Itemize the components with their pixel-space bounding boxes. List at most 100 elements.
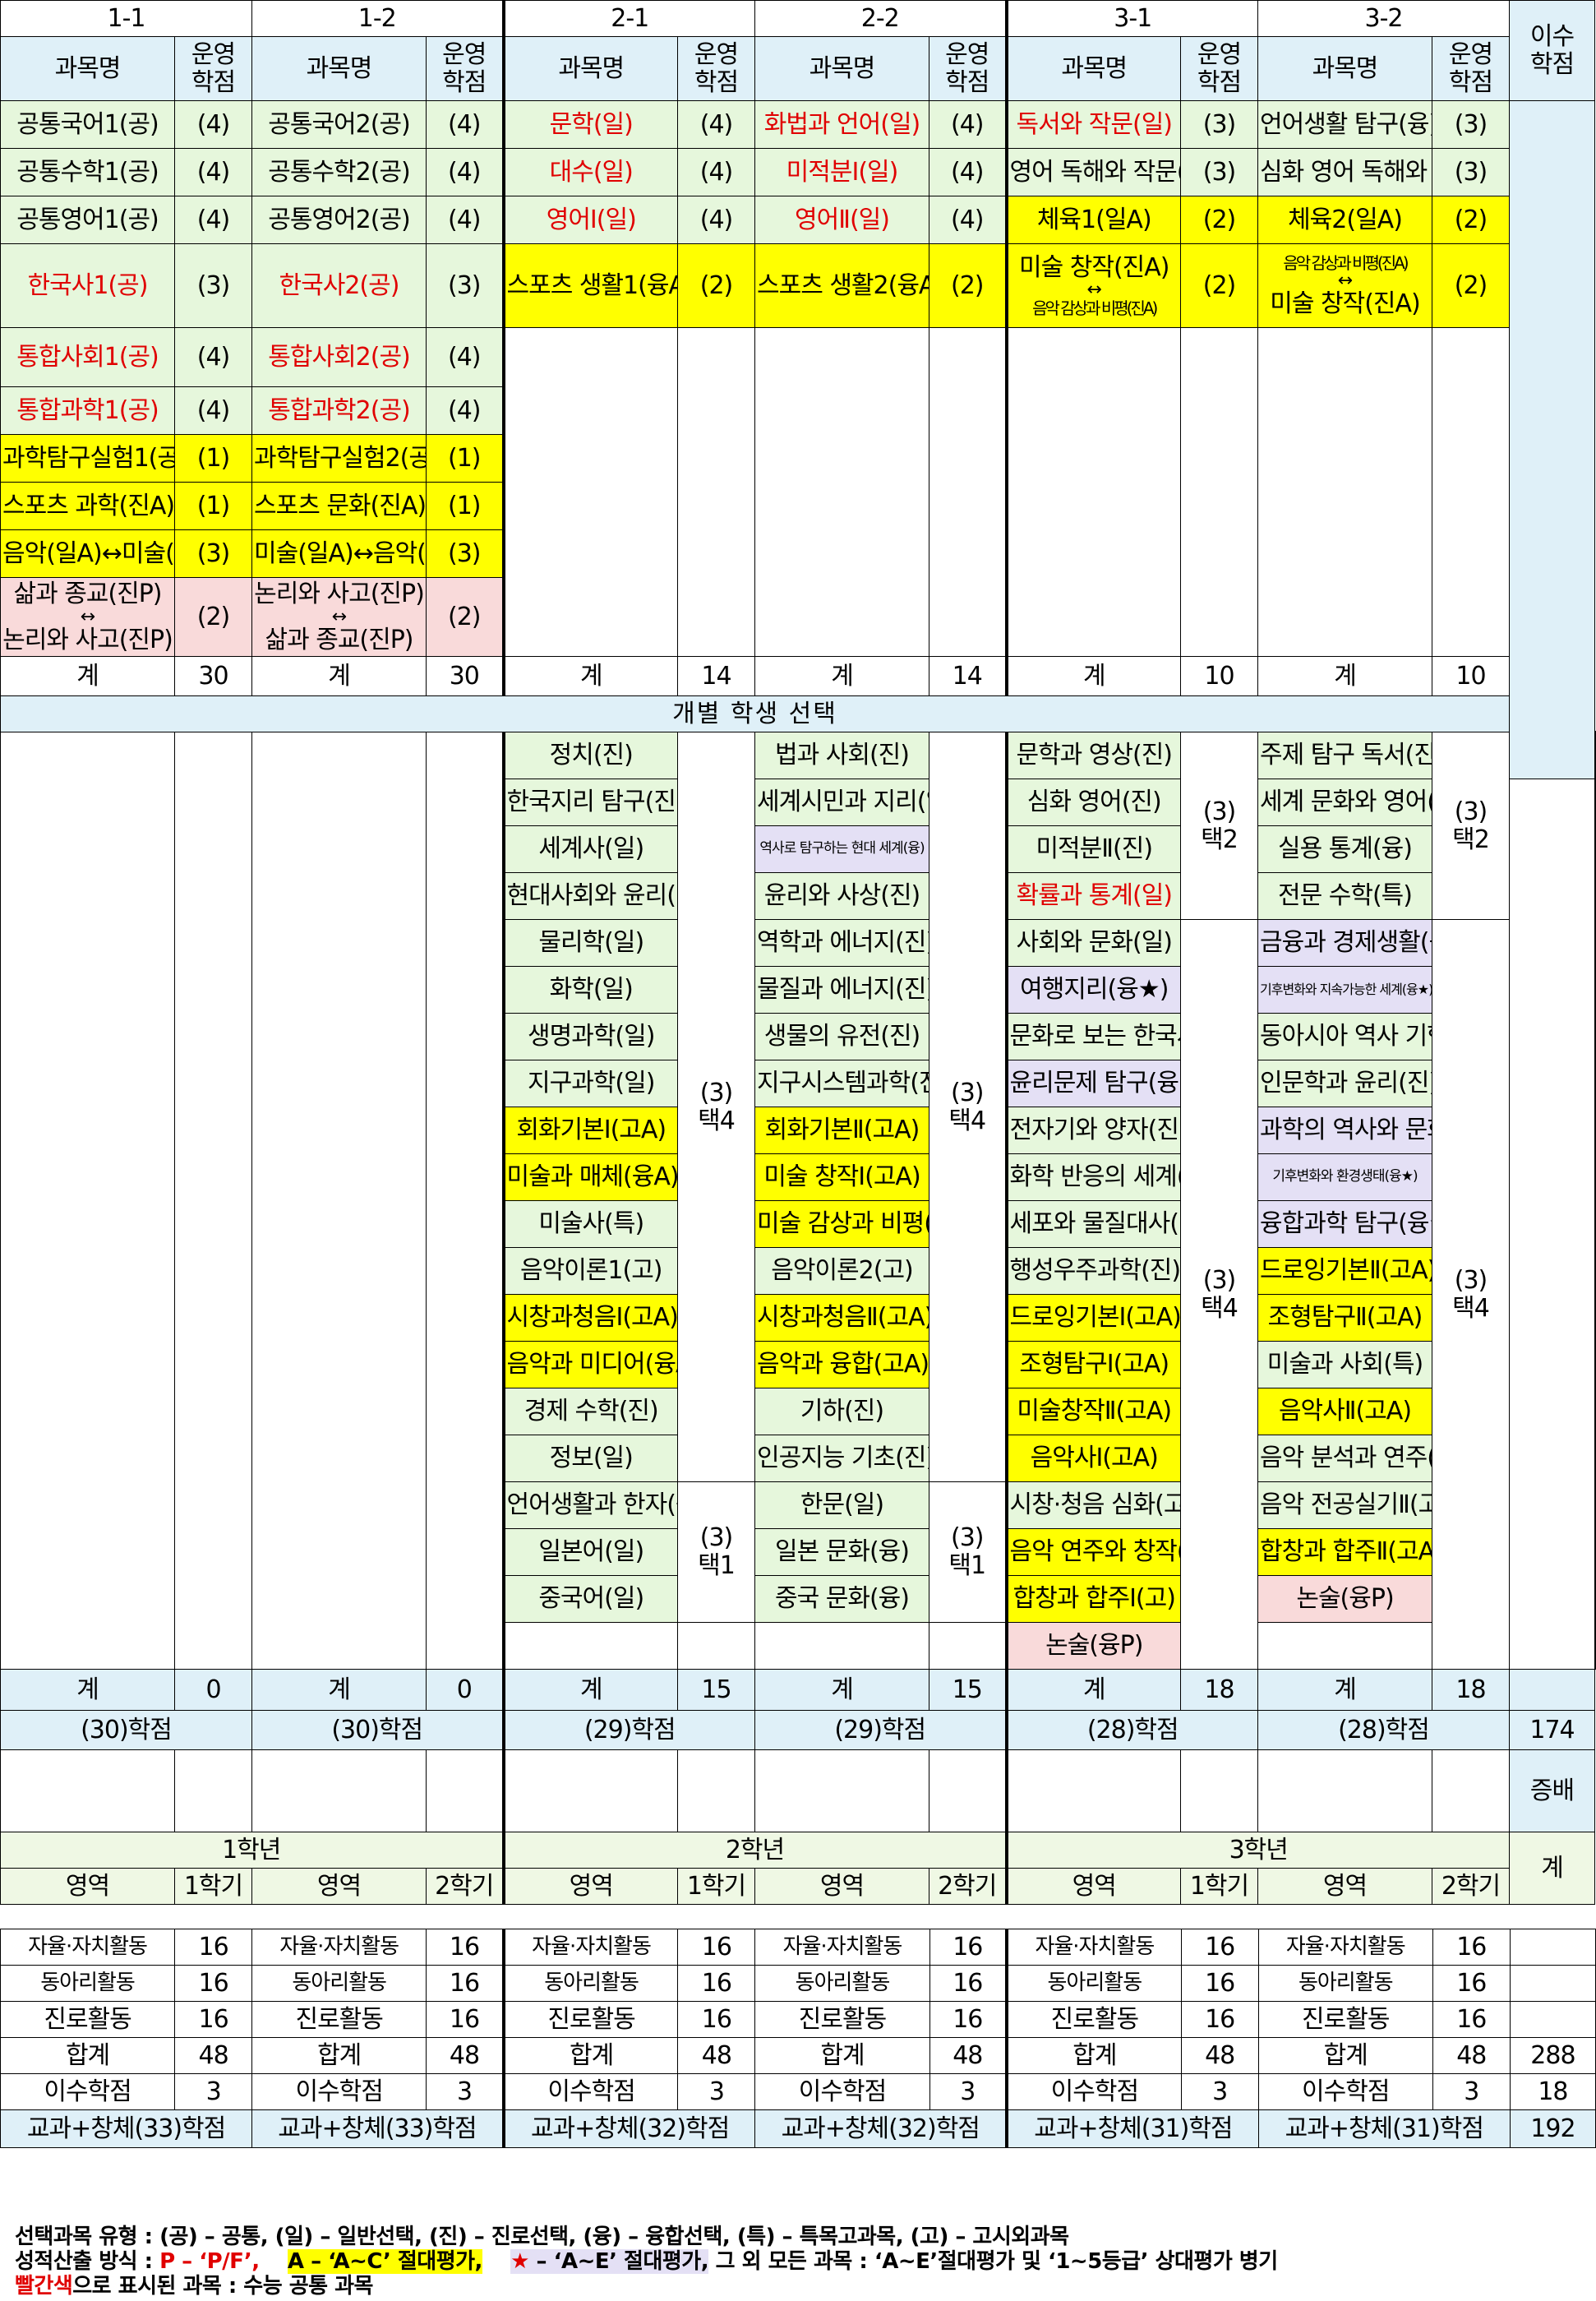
activity-area: 진로활동 [1005, 2001, 1182, 2038]
year-header: 3학년 [1004, 1832, 1510, 1869]
credit-col-header: 운영 학점 [677, 36, 755, 101]
sum-label: 계 [754, 656, 929, 696]
subject-cell: 음악과 미디어(융A) [501, 1341, 678, 1388]
activity-value: 16 [1432, 1929, 1511, 1966]
combined-credits: 교과+창체(32)학점 [501, 2109, 756, 2148]
choice-count: 택4 [948, 1106, 986, 1135]
increase-label: 증배 [1509, 1749, 1595, 1832]
credit-cell: (4) [426, 386, 504, 435]
subject-cell: 미술과 매체(융A) [501, 1153, 678, 1201]
credit-cell: (2) [426, 577, 504, 657]
empty-cell [1004, 327, 1181, 657]
subject-cell: 회화기본Ⅰ(고A) [501, 1107, 678, 1154]
credit-col-header: 운영 학점 [1180, 36, 1258, 101]
activity-area: 합계 [754, 2037, 930, 2074]
subject-cell: 시창·청음 심화(고) [1004, 1481, 1181, 1529]
credit-cell: (4) [929, 196, 1007, 244]
activity-value: 16 [174, 2001, 253, 2038]
sum-label: 계 [754, 1669, 929, 1711]
activity-value: 16 [929, 2001, 1008, 2038]
subject-cell: 금융과 경제생활(융★) [1257, 919, 1432, 967]
empty-cell [754, 1749, 929, 1832]
choice-count: 택4 [1452, 1293, 1490, 1323]
legend-abs-ac: A – ‘A~C’ 절대평가, [287, 2249, 482, 2274]
legend-abs-ae: – ‘A~E’ 절대평가, [528, 2249, 709, 2274]
subject-cell: 음악이론2(고) [754, 1247, 929, 1295]
subject-cell: 독서와 작문(일) [1004, 100, 1181, 149]
activity-area: 이수학점 [754, 2073, 930, 2110]
subject-cell: 미적분Ⅱ(진) [1004, 825, 1181, 873]
sum-value: 15 [677, 1669, 755, 1711]
sem2-header: 2학기 [1432, 1868, 1510, 1905]
credit-cell: (3) [1432, 148, 1510, 196]
activity-value: 48 [1432, 2037, 1511, 2074]
subject-cell: 미적분Ⅰ(일) [754, 148, 929, 196]
activity-value: 16 [1180, 2001, 1259, 2038]
total-credit-header: 이수 학점 [1509, 0, 1595, 101]
activity-area: 동아리활동 [251, 1965, 427, 2002]
subject-cell: 역사로 탐구하는 현대 세계(융) [754, 825, 929, 873]
subject-cell: 음악 전공실기Ⅱ(고) [1257, 1481, 1432, 1529]
area-header: 영역 [0, 1868, 175, 1905]
choice-rule: (3) 택4 [1432, 919, 1510, 1670]
choice-count: 택4 [1201, 1293, 1239, 1323]
subject-cell: 문학(일) [501, 100, 678, 149]
legend: 선택과목 유형 : (공) – 공통, (일) – 일반선택, (진) – 진로… [15, 2225, 1584, 2299]
sum-value: 30 [174, 656, 252, 696]
activity-area: 진로활동 [754, 2001, 930, 2038]
subject-option-b: 미술 창작(진A) [1270, 289, 1420, 318]
activity-area: 자율·자치활동 [1257, 1929, 1433, 1966]
credit-col-header: 운영 학점 [174, 36, 252, 101]
sum-label: 계 [1004, 1669, 1181, 1711]
empty-cell [754, 1622, 929, 1670]
empty-cell [677, 1622, 755, 1670]
credits-total: 174 [1509, 1710, 1595, 1750]
choice-rule: (3) 택2 [1180, 732, 1258, 920]
year-header: 1학년 [0, 1832, 504, 1869]
sum-value: 10 [1432, 656, 1510, 696]
sum-label: 계 [1257, 1669, 1432, 1711]
subject-cell: 문학과 영상(진) [1004, 732, 1181, 779]
subject-col-header: 과목명 [1257, 36, 1432, 101]
credit-cell: (3) [1180, 148, 1258, 196]
subject-cell: 음악사Ⅱ(고A) [1257, 1388, 1432, 1435]
sem1-header: 1학기 [174, 1868, 252, 1905]
activity-area: 동아리활동 [0, 1965, 176, 2002]
credit-cell: (2) [174, 577, 252, 657]
empty-cell [677, 327, 755, 657]
sum-value: 0 [174, 1669, 252, 1711]
empty-cell [501, 1622, 678, 1670]
credit-value: (3) [699, 1078, 734, 1107]
activities-table: 자율·자치활동 16 자율·자치활동 16 자율·자치활동 16 자율·자치활동 16 자율·자… [0, 1929, 1596, 2148]
activity-area: 이수학점 [1005, 2073, 1182, 2110]
area-header: 영역 [1004, 1868, 1181, 1905]
total-col-blank [1509, 100, 1595, 779]
choice-rule: (3) 택1 [677, 1481, 755, 1623]
empty-cell [426, 1749, 504, 1832]
subject-option-a: 삶과 종교(진P) [13, 579, 162, 608]
subject-cell: 공통수학2(공) [251, 148, 427, 196]
credit-cell: (4) [929, 148, 1007, 196]
credit-cell: (2) [1432, 243, 1510, 328]
subject-cell: 물리학(일) [501, 919, 678, 967]
subject-cell: 물질과 에너지(진) [754, 966, 929, 1014]
activity-value: 3 [929, 2073, 1008, 2110]
activity-value: 16 [1432, 1965, 1511, 2002]
subject-cell: 삶과 종교(진P) ↔ 논리와 사고(진P) [0, 577, 175, 657]
credit-cell: (4) [677, 100, 755, 149]
subject-cell: 생물의 유전(진) [754, 1013, 929, 1060]
subject-cell: 드로잉기본Ⅰ(고A) [1004, 1294, 1181, 1342]
credit-cell: (4) [426, 148, 504, 196]
subject-cell: 통합사회1(공) [0, 327, 175, 387]
empty-cell [501, 327, 678, 657]
credit-cell: (4) [174, 100, 252, 149]
subject-cell: 대수(일) [501, 148, 678, 196]
activity-area: 이수학점 [1257, 2073, 1433, 2110]
subject-cell: 기하(진) [754, 1388, 929, 1435]
activity-area: 합계 [251, 2037, 427, 2074]
empty-cell [1432, 1749, 1510, 1832]
subject-cell: 음악 분석과 연주(고) [1257, 1435, 1432, 1482]
activity-total [1509, 1929, 1596, 1966]
activity-value: 16 [677, 1965, 756, 2002]
swap-arrow-icon: ↔ [80, 606, 95, 627]
